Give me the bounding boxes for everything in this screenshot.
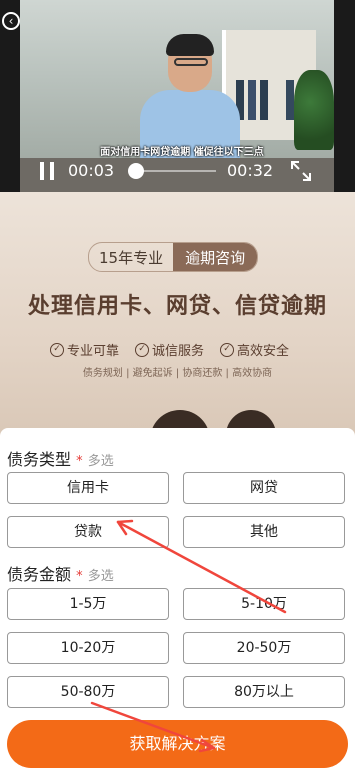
sub-features: 债务规划 | 避免起诉 | 协商还款 | 高效协商 — [82, 368, 273, 379]
option-credit-card[interactable]: 信用卡 — [7, 472, 169, 504]
check-icon: ✓ — [220, 342, 235, 357]
current-time: 00:03 — [68, 161, 115, 180]
debt-amount-title: 债务金额 * 多选 — [7, 565, 114, 584]
option-amount-20-50[interactable]: 20-50万 — [183, 632, 345, 664]
feature-item: ✓ 专业可靠 — [50, 340, 119, 359]
check-icon: ✓ — [50, 342, 64, 357]
banner-headline: 处理信用卡、网贷、信贷逾期 — [27, 294, 327, 319]
option-other[interactable]: 其他 — [183, 516, 345, 548]
option-amount-1-5[interactable]: 1-5万 — [7, 588, 169, 620]
option-amount-10-20[interactable]: 10-20万 — [7, 632, 169, 664]
video-controls: 00:03 00:32 — [0, 158, 355, 184]
feature-item: ✓ 高效安全 — [220, 340, 289, 359]
debt-type-title: 债务类型 * 多选 — [7, 450, 114, 469]
option-amount-5-10[interactable]: 5-10万 — [183, 588, 345, 620]
check-icon: ✓ — [135, 342, 150, 357]
option-amount-50-80[interactable]: 50-80万 — [7, 676, 169, 708]
feature-list: ✓ 专业可靠 ✓ 诚信服务 ✓ 高效安全 — [50, 340, 289, 359]
service-tags: 15年专业 逾期咨询 — [88, 242, 259, 272]
total-time: 00:32 — [227, 161, 274, 180]
back-icon[interactable]: ‹ — [2, 12, 20, 30]
option-amount-80-plus[interactable]: 80万以上 — [183, 676, 345, 708]
tag-experience: 15年专业 — [99, 249, 164, 267]
fullscreen-icon[interactable] — [290, 160, 312, 182]
get-solution-button[interactable]: 获取解决方案 — [7, 720, 348, 768]
video-player[interactable]: ‹ 面对信用卡网贷逾期 催促往以下三点 00:03 00:32 — [0, 0, 355, 192]
option-loan[interactable]: 贷款 — [7, 516, 169, 548]
option-online-loan[interactable]: 网贷 — [183, 472, 345, 504]
plant — [294, 70, 334, 150]
pause-icon[interactable] — [40, 162, 54, 180]
tag-consult: 逾期咨询 — [173, 243, 258, 271]
progress-knob[interactable] — [128, 163, 144, 179]
video-subtitle: 面对信用卡网贷逾期 催促往以下三点 — [100, 147, 264, 158]
feature-item: ✓ 诚信服务 — [135, 340, 204, 359]
promo-banner: 15年专业 逾期咨询 处理信用卡、网贷、信贷逾期 ✓ 专业可靠 ✓ 诚信服务 ✓… — [0, 192, 355, 450]
